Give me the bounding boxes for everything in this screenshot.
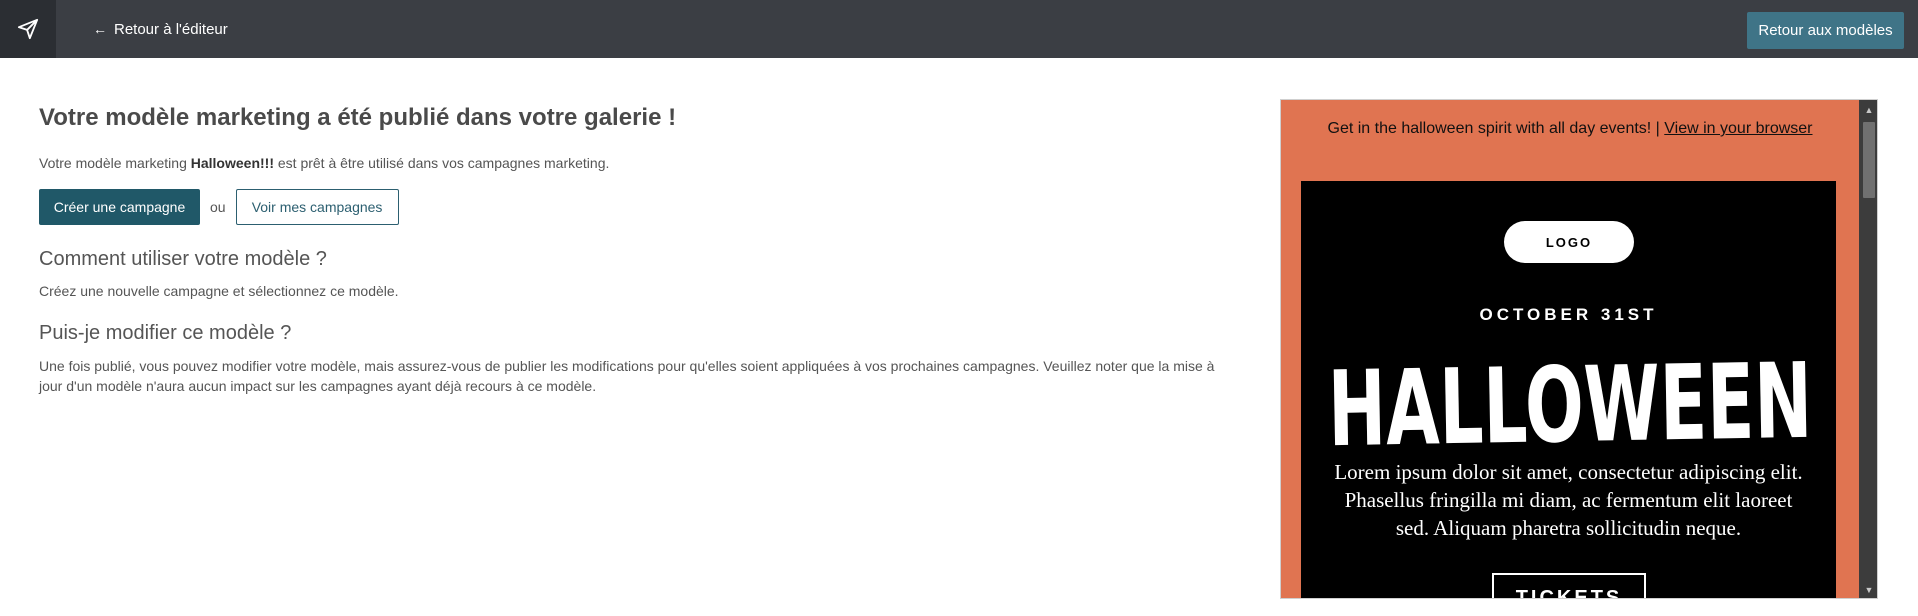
app-logo[interactable] <box>0 0 56 58</box>
halloween-headline: HALLOWEEN <box>1323 340 1817 470</box>
main-content: Votre modèle marketing a été publié dans… <box>39 102 1229 396</box>
paper-plane-icon <box>17 18 39 40</box>
arrow-left-icon: ← <box>93 21 107 37</box>
back-to-editor-label: Retour à l'éditeur <box>114 20 228 38</box>
view-in-browser-link[interactable]: View in your browser <box>1664 120 1812 137</box>
template-name: Halloween!!! <box>190 155 274 171</box>
body-text: Lorem ipsum dolor sit amet, consectetur … <box>1334 460 1803 540</box>
view-campaigns-button[interactable]: Voir mes campagnes <box>235 189 399 225</box>
preview-scrollbar[interactable]: ▲ ▼ <box>1859 100 1877 598</box>
logo-placeholder: LOGO <box>1504 221 1634 263</box>
faq-answer-how-to-use: Créez une nouvelle campagne et sélection… <box>39 283 399 299</box>
return-to-templates-button[interactable]: Retour aux modèles <box>1747 12 1904 49</box>
faq-question-how-to-use: Comment utiliser votre modèle ? <box>39 248 327 270</box>
or-separator: ou <box>210 199 226 215</box>
scrollbar-thumb[interactable] <box>1863 122 1875 198</box>
tickets-button[interactable]: TICKETS <box>1492 573 1646 598</box>
halloween-headline-text: HALLOWEEN <box>1327 341 1813 456</box>
faq-question-can-edit: Puis-je modifier ce modèle ? <box>39 322 292 344</box>
preheader: Get in the halloween spirit with all day… <box>1301 118 1839 139</box>
scroll-up-icon[interactable]: ▲ <box>1859 102 1877 118</box>
back-to-editor-link[interactable]: ← Retour à l'éditeur <box>93 18 228 40</box>
description-prefix: Votre modèle marketing <box>39 155 191 171</box>
scroll-down-icon[interactable]: ▼ <box>1859 582 1877 598</box>
create-campaign-button[interactable]: Créer une campagne <box>39 189 200 225</box>
email-preview-canvas: Get in the halloween spirit with all day… <box>1281 100 1859 598</box>
email-preview[interactable]: Get in the halloween spirit with all day… <box>1280 99 1878 599</box>
hero-section: LOGO OCTOBER 31ST HALLOWEEN Lorem ipsum … <box>1301 181 1836 598</box>
publish-description: Votre modèle marketing Halloween!!! est … <box>39 154 1229 172</box>
action-row: Créer une campagne ou Voir mes campagnes <box>39 189 1229 225</box>
preheader-text: Get in the halloween spirit with all day… <box>1327 120 1665 137</box>
page-title: Votre modèle marketing a été publié dans… <box>39 104 677 131</box>
top-bar: ← Retour à l'éditeur Retour aux modèles <box>0 0 1918 58</box>
event-date: OCTOBER 31ST <box>1479 305 1658 324</box>
faq-answer-can-edit: Une fois publié, vous pouvez modifier vo… <box>39 358 1215 394</box>
description-suffix: est prêt à être utilisé dans vos campagn… <box>273 155 610 171</box>
